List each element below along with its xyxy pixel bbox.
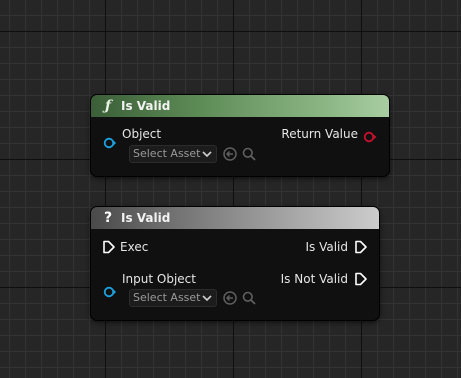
question-mark-icon: ? — [103, 210, 113, 226]
browse-asset-search-icon[interactable] — [242, 147, 256, 161]
node-header[interactable]: ƒ Is Valid — [91, 95, 389, 117]
is-valid-function-node[interactable]: ƒ Is Valid Object Select Asset Return Va… — [91, 95, 389, 176]
is-not-valid-pin-label: Is Not Valid — [280, 272, 348, 286]
select-asset-text: Select Asset — [133, 147, 201, 160]
object-pin-label: Object — [122, 127, 162, 141]
is-valid-exec-output-pin-icon[interactable] — [354, 240, 368, 254]
input-object-pin-label: Input Object — [122, 272, 196, 286]
browse-asset-search-icon[interactable] — [242, 291, 256, 305]
is-valid-pin-label: Is Valid — [305, 240, 348, 254]
input-object-pin-icon[interactable] — [103, 286, 117, 298]
select-asset-dropdown[interactable]: Select Asset — [129, 289, 217, 307]
use-selected-asset-icon[interactable] — [223, 147, 237, 161]
exec-input-pin-icon[interactable] — [102, 240, 116, 254]
object-input-pin-icon[interactable] — [103, 137, 117, 149]
is-valid-macro-node[interactable]: ? Is Valid Exec Is Valid Input Object Se… — [91, 207, 379, 320]
return-value-pin-label: Return Value — [281, 127, 358, 141]
node-title: Is Valid — [121, 99, 171, 113]
blueprint-graph-canvas[interactable]: ƒ Is Valid Object Select Asset Return Va… — [0, 0, 461, 378]
exec-pin-label: Exec — [120, 240, 149, 254]
is-not-valid-exec-output-pin-icon[interactable] — [354, 272, 368, 286]
chevron-down-icon — [202, 151, 212, 158]
select-asset-dropdown[interactable]: Select Asset — [129, 145, 217, 163]
function-f-icon: ƒ — [104, 98, 112, 114]
node-title: Is Valid — [121, 211, 171, 225]
use-selected-asset-icon[interactable] — [223, 291, 237, 305]
node-header[interactable]: ? Is Valid — [91, 207, 379, 229]
return-value-output-pin-icon[interactable] — [362, 131, 378, 143]
chevron-down-icon — [202, 295, 212, 302]
select-asset-text: Select Asset — [133, 291, 201, 304]
